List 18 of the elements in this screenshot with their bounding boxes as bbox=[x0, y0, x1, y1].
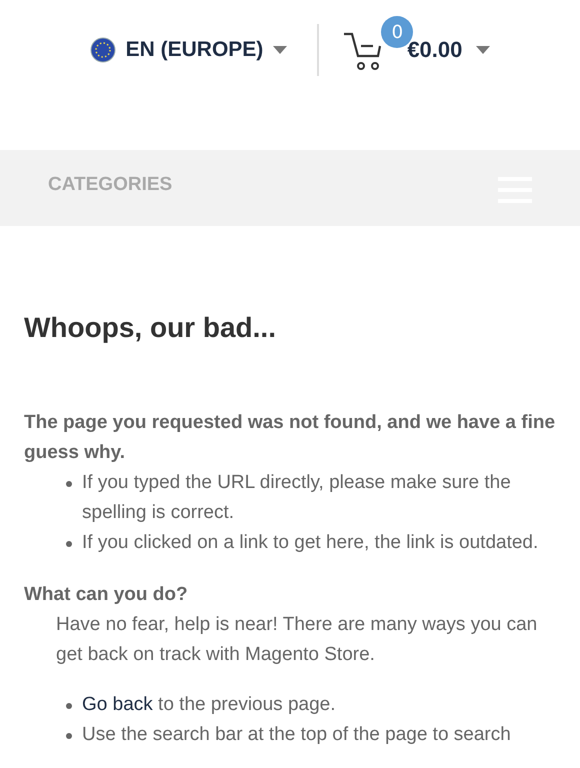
reason-text: If you typed the URL directly, please make sure the spelling is correct. bbox=[82, 471, 512, 525]
bullet-icon bbox=[66, 481, 72, 487]
bullet-icon bbox=[66, 541, 72, 547]
action-text: Use the search bar at the top of the page to search bbox=[82, 723, 511, 747]
flag-icon bbox=[90, 37, 116, 63]
action-text: Go back to the previous page. bbox=[82, 693, 336, 717]
language-switcher[interactable]: EN (EUROPE) bbox=[90, 24, 320, 76]
caret-icon bbox=[273, 46, 288, 54]
caret-icon[interactable] bbox=[476, 46, 490, 54]
intro-text: The page you requested was not found, and we have a fine guess why. bbox=[24, 411, 556, 465]
language-label: EN (EUROPE) bbox=[126, 38, 264, 62]
help-text: Have no fear, help is near! There are many ways you can get back on track with Magento Store. bbox=[55, 613, 538, 667]
help-heading: What can you do? bbox=[24, 583, 189, 607]
bullet-icon bbox=[66, 703, 72, 709]
bullet-icon bbox=[66, 733, 72, 739]
page-title: Whoops, our bad... bbox=[24, 312, 277, 344]
go-back-link[interactable]: Go back bbox=[82, 694, 153, 715]
reason-text: If you clicked on a link to get here, the link is outdated. bbox=[82, 531, 538, 555]
